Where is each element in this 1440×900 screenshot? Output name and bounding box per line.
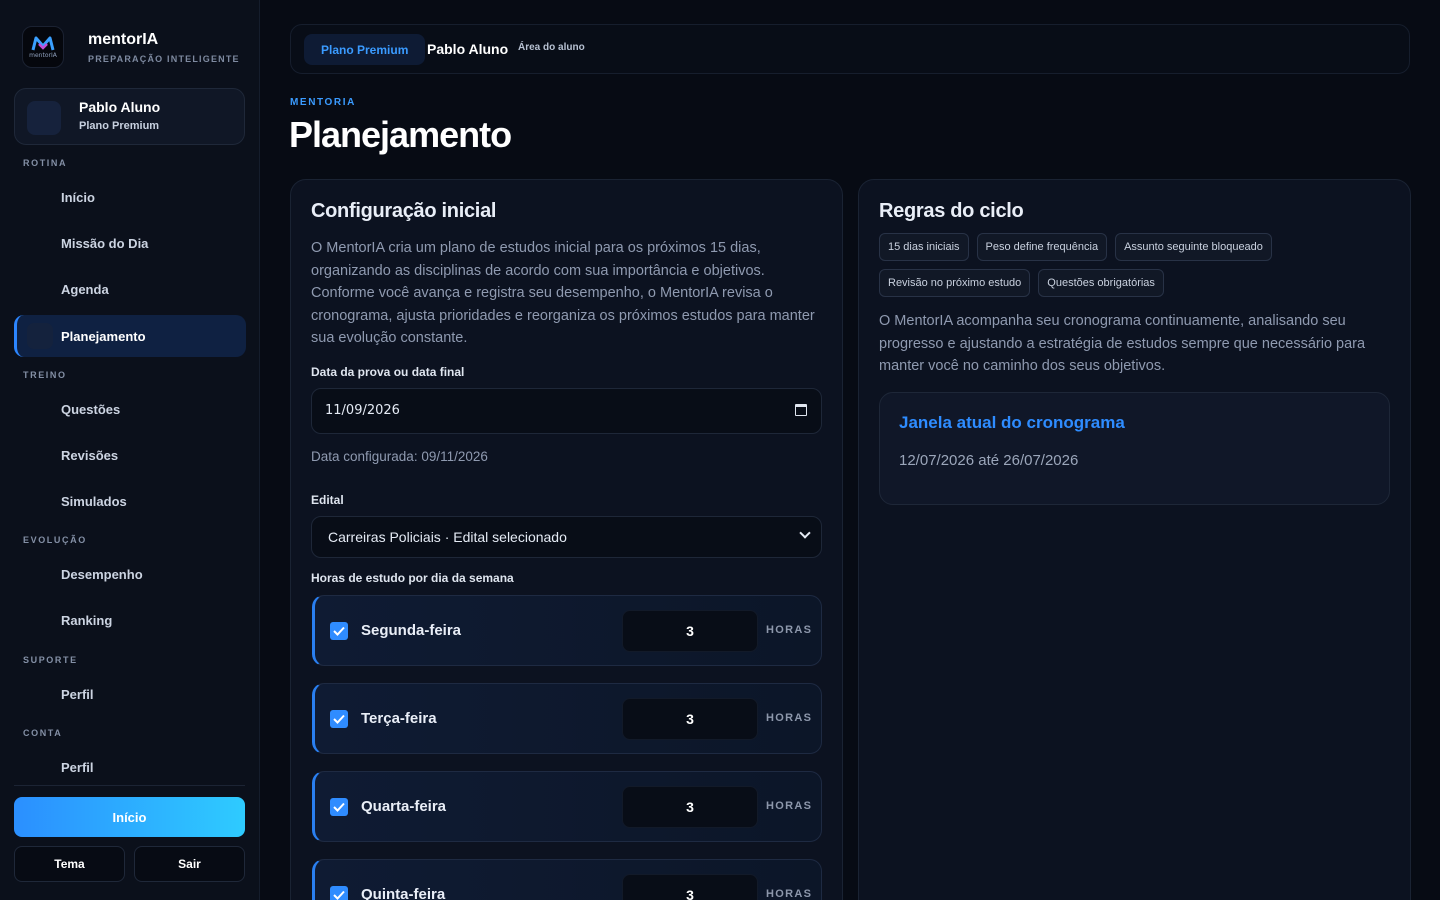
day-name: Quinta-feira xyxy=(361,886,446,900)
inicio-cta-button[interactable]: Início xyxy=(14,797,245,837)
hours-unit: HORAS xyxy=(766,888,813,900)
sidebar-item-label: Missão do Dia xyxy=(61,235,149,251)
page-title: Planejamento xyxy=(289,114,512,155)
edital-label: Edital xyxy=(311,493,344,507)
user-name: Pablo Aluno xyxy=(79,99,161,115)
calendar-icon[interactable] xyxy=(795,404,807,416)
sidebar-item-label: Agenda xyxy=(61,281,109,297)
day-checkbox[interactable] xyxy=(330,622,348,640)
section-label-rotina: ROTINA xyxy=(23,158,68,168)
sidebar-item-label: Questões xyxy=(61,401,121,417)
day-row-terca: Terça-feira 3 HORAS xyxy=(312,683,822,754)
exam-date-input[interactable]: 11/09/2026 xyxy=(311,388,822,434)
sidebar-item-label: Revisões xyxy=(61,447,119,463)
theme-button[interactable]: Tema xyxy=(14,846,125,882)
check-icon xyxy=(333,802,345,812)
hours-unit: HORAS xyxy=(766,712,813,724)
sidebar-item-label: Simulados xyxy=(61,493,127,509)
schedule-window-box: Janela atual do cronograma 12/07/2026 at… xyxy=(879,392,1390,505)
sidebar-item-missao-do-dia[interactable]: Missão do Dia xyxy=(14,222,246,264)
hours-input[interactable]: 3 xyxy=(622,874,758,900)
brand-subtitle: PREPARAÇÃO INTELIGENTE xyxy=(88,53,240,64)
sidebar-item-planejamento[interactable]: Planejamento xyxy=(14,315,246,357)
rule-chip: Assunto seguinte bloqueado xyxy=(1115,233,1272,261)
brand-logo-text: mentorIA xyxy=(29,52,57,59)
brand-name: mentorIA xyxy=(88,30,159,48)
user-plan: Plano Premium xyxy=(79,120,160,132)
sidebar: mentorIA mentorIA PREPARAÇÃO INTELIGENTE… xyxy=(0,0,260,900)
page-kicker: MENTORIA xyxy=(290,97,356,108)
edital-select[interactable]: Carreiras Policiais · Edital selecionado xyxy=(311,516,822,558)
section-label-evolucao: EVOLUÇÃO xyxy=(23,535,87,545)
sidebar-item-revisoes[interactable]: Revisões xyxy=(14,434,246,476)
avatar xyxy=(27,101,61,135)
chevron-down-icon xyxy=(799,527,811,539)
sidebar-item-label: Início xyxy=(61,189,95,205)
sidebar-item-questoes[interactable]: Questões xyxy=(14,388,246,430)
rule-chip: 15 dias iniciais xyxy=(879,233,969,261)
check-icon xyxy=(333,890,345,900)
sidebar-item-perfil-conta[interactable]: Perfil xyxy=(14,746,246,788)
sidebar-divider xyxy=(14,785,245,786)
config-description: O MentorIA cria um plano de estudos inic… xyxy=(311,240,815,346)
check-icon xyxy=(333,714,345,724)
rules-chips-row-2: Revisão no próximo estudo Questões obrig… xyxy=(879,269,1164,297)
date-configured-note: Data configurada: 09/11/2026 xyxy=(311,449,488,464)
plan-badge[interactable]: Plano Premium xyxy=(304,34,426,65)
rules-card: Regras do ciclo 15 dias iniciais Peso de… xyxy=(858,179,1411,900)
user-card[interactable]: Pablo Aluno Plano Premium xyxy=(14,88,245,145)
rules-title: Regras do ciclo xyxy=(879,200,1024,222)
hours-unit: HORAS xyxy=(766,800,813,812)
check-icon xyxy=(333,626,345,636)
planning-icon xyxy=(27,323,53,349)
topbar-user-name: Pablo Aluno xyxy=(427,41,509,57)
sidebar-item-inicio[interactable]: Início xyxy=(14,176,246,218)
day-name: Terça-feira xyxy=(361,710,437,727)
brand[interactable]: mentorIA mentorIA PREPARAÇÃO INTELIGENTE xyxy=(22,26,240,68)
day-name: Quarta-feira xyxy=(361,798,447,815)
sidebar-item-label: Perfil xyxy=(61,686,94,702)
topbar: Plano Premium Pablo Aluno Área do aluno xyxy=(290,24,1410,74)
rule-chip: Peso define frequência xyxy=(976,233,1108,261)
day-checkbox[interactable] xyxy=(330,798,348,816)
topbar-area-label: Área do aluno xyxy=(518,42,585,53)
schedule-window-range: 12/07/2026 até 26/07/2026 xyxy=(899,452,1079,469)
rules-chips-row-1: 15 dias iniciais Peso define frequência … xyxy=(879,233,1272,261)
rules-description: O MentorIA acompanha seu cronograma cont… xyxy=(879,313,1366,374)
date-label: Data da prova ou data final xyxy=(311,365,465,379)
sidebar-item-perfil-suporte[interactable]: Perfil xyxy=(14,673,246,715)
hours-input[interactable]: 3 xyxy=(622,786,758,828)
sidebar-item-label: Planejamento xyxy=(61,328,146,344)
rule-chip: Questões obrigatórias xyxy=(1038,269,1164,297)
rule-chip: Revisão no próximo estudo xyxy=(879,269,1031,297)
hours-unit: HORAS xyxy=(766,624,813,636)
logout-button[interactable]: Sair xyxy=(134,846,245,882)
section-label-suporte: SUPORTE xyxy=(23,655,78,665)
schedule-window-title: Janela atual do cronograma xyxy=(899,413,1125,432)
sidebar-item-label: Ranking xyxy=(61,612,113,628)
section-label-conta: CONTA xyxy=(23,728,63,738)
sidebar-item-desempenho[interactable]: Desempenho xyxy=(14,553,246,595)
brand-logo-icon: mentorIA xyxy=(22,26,64,68)
hours-label: Horas de estudo por dia da semana xyxy=(311,571,514,585)
edital-select-value: Carreiras Policiais · Edital selecionado xyxy=(328,529,567,545)
day-checkbox[interactable] xyxy=(330,710,348,728)
exam-date-value: 11/09/2026 xyxy=(325,403,400,418)
sidebar-item-label: Desempenho xyxy=(61,566,143,582)
day-name: Segunda-feira xyxy=(361,622,462,639)
config-card: Configuração inicial O MentorIA cria um … xyxy=(290,179,843,900)
hours-input[interactable]: 3 xyxy=(622,698,758,740)
hours-input[interactable]: 3 xyxy=(622,610,758,652)
sidebar-item-agenda[interactable]: Agenda xyxy=(14,268,246,310)
day-row-quarta: Quarta-feira 3 HORAS xyxy=(312,771,822,842)
sidebar-item-ranking[interactable]: Ranking xyxy=(14,599,246,641)
sidebar-item-label: Perfil xyxy=(61,759,94,775)
day-row-quinta: Quinta-feira 3 HORAS xyxy=(312,859,822,900)
config-title: Configuração inicial xyxy=(311,200,497,222)
section-label-treino: TREINO xyxy=(23,370,67,380)
day-checkbox[interactable] xyxy=(330,886,348,900)
day-row-segunda: Segunda-feira 3 HORAS xyxy=(312,595,822,666)
sidebar-item-simulados[interactable]: Simulados xyxy=(14,480,246,522)
